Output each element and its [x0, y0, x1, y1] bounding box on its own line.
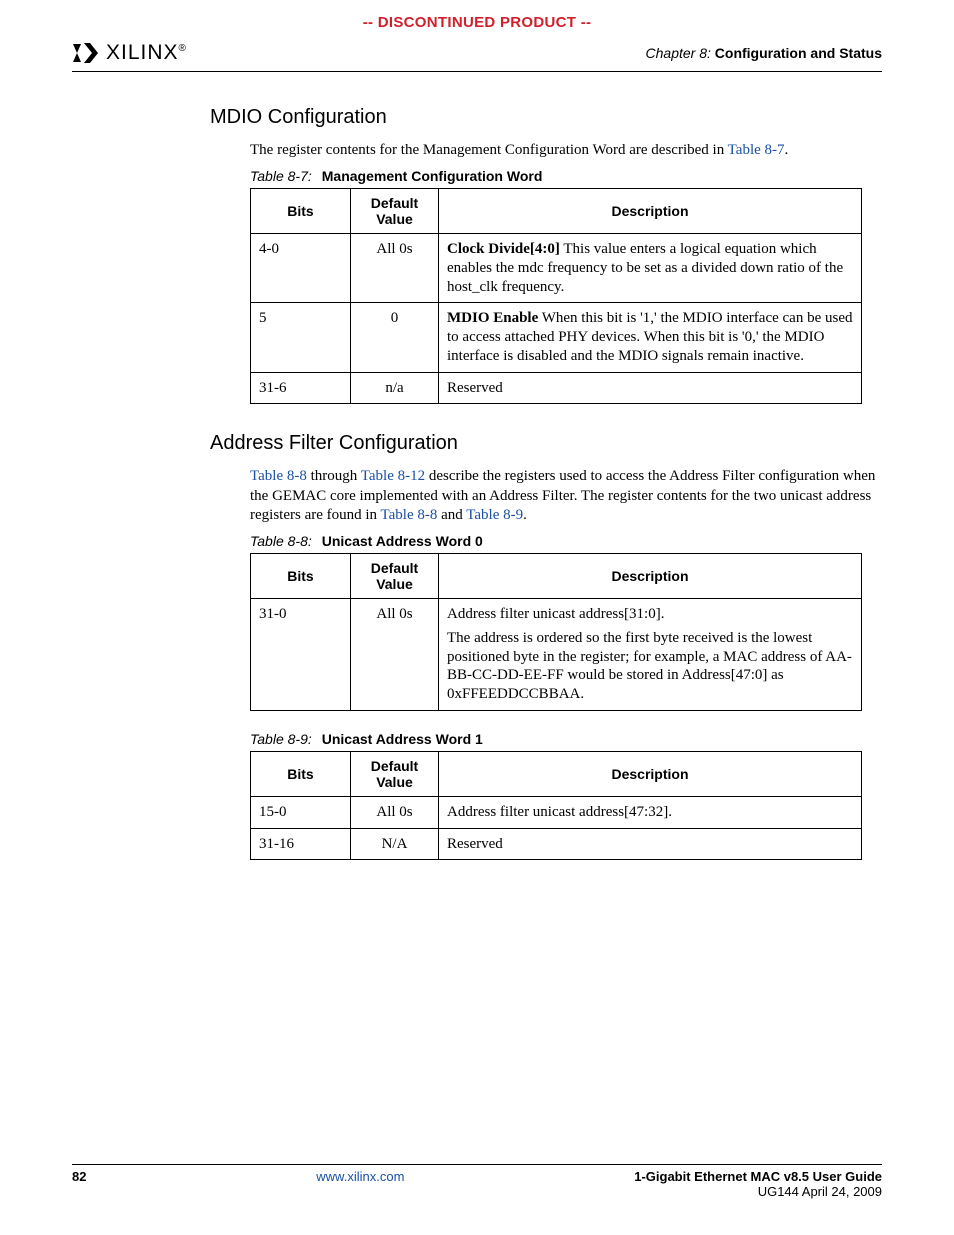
page-footer: 82 www.xilinx.com 1-Gigabit Ethernet MAC… — [72, 1164, 882, 1199]
caption-table-8-7: Table 8-7:Management Configuration Word — [250, 168, 882, 184]
cell-bits: 31-6 — [251, 372, 351, 404]
table-8-7: Bits Default Value Description 4-0 All 0… — [250, 188, 862, 404]
cell-default: All 0s — [351, 234, 439, 303]
page-header: XILINX® Chapter 8: Configuration and Sta… — [0, 37, 954, 65]
th-description: Description — [439, 554, 862, 599]
table-header-row: Bits Default Value Description — [251, 554, 862, 599]
cell-desc: Clock Divide[4:0] This value enters a lo… — [439, 234, 862, 303]
cell-default: n/a — [351, 372, 439, 404]
cell-default: N/A — [351, 828, 439, 860]
cell-default: All 0s — [351, 796, 439, 828]
page-content: MDIO Configuration The register contents… — [0, 72, 954, 860]
footer-url[interactable]: www.xilinx.com — [86, 1169, 634, 1199]
table-header-row: Bits Default Value Description — [251, 189, 862, 234]
cell-desc: Address filter unicast address[31:0]. Th… — [439, 599, 862, 711]
table-8-8: Bits Default Value Description 31-0 All … — [250, 553, 862, 711]
table-row: 4-0 All 0s Clock Divide[4:0] This value … — [251, 234, 862, 303]
table-header-row: Bits Default Value Description — [251, 751, 862, 796]
page-number: 82 — [72, 1169, 86, 1199]
th-description: Description — [439, 189, 862, 234]
section-heading-mdio: MDIO Configuration — [210, 106, 882, 129]
cell-bits: 5 — [251, 303, 351, 372]
table-8-9: Bits Default Value Description 15-0 All … — [250, 751, 862, 861]
logo-text: XILINX® — [106, 41, 187, 65]
chapter-title: Configuration and Status — [715, 45, 882, 61]
doc-id-date: UG144 April 24, 2009 — [634, 1184, 882, 1199]
cell-desc: Reserved — [439, 828, 862, 860]
chapter-label: Chapter 8: Configuration and Status — [646, 45, 882, 61]
cell-desc: Reserved — [439, 372, 862, 404]
th-default: Default Value — [351, 554, 439, 599]
link-table-8-8[interactable]: Table 8-8 — [250, 468, 307, 484]
th-bits: Bits — [251, 189, 351, 234]
cell-default: 0 — [351, 303, 439, 372]
caption-table-8-8: Table 8-8:Unicast Address Word 0 — [250, 533, 882, 549]
cell-bits: 31-16 — [251, 828, 351, 860]
link-table-8-8b[interactable]: Table 8-8 — [381, 507, 438, 523]
table-row: 31-0 All 0s Address filter unicast addre… — [251, 599, 862, 711]
th-bits: Bits — [251, 751, 351, 796]
th-default: Default Value — [351, 751, 439, 796]
section-heading-addr-filter: Address Filter Configuration — [210, 432, 882, 455]
chapter-prefix: Chapter 8: — [646, 45, 711, 61]
footer-rule — [72, 1164, 882, 1165]
logo: XILINX® — [72, 41, 187, 65]
table-row: 15-0 All 0s Address filter unicast addre… — [251, 796, 862, 828]
footer-right: 1-Gigabit Ethernet MAC v8.5 User Guide U… — [634, 1169, 882, 1199]
cell-bits: 31-0 — [251, 599, 351, 711]
link-table-8-12[interactable]: Table 8-12 — [361, 468, 425, 484]
cell-desc: MDIO Enable When this bit is '1,' the MD… — [439, 303, 862, 372]
cell-bits: 15-0 — [251, 796, 351, 828]
caption-table-8-9: Table 8-9:Unicast Address Word 1 — [250, 731, 882, 747]
addr-filter-intro: Table 8-8 through Table 8-12 describe th… — [250, 467, 882, 525]
cell-default: All 0s — [351, 599, 439, 711]
th-bits: Bits — [251, 554, 351, 599]
th-description: Description — [439, 751, 862, 796]
link-table-8-9[interactable]: Table 8-9 — [466, 507, 523, 523]
cell-desc: Address filter unicast address[47:32]. — [439, 796, 862, 828]
mdio-intro: The register contents for the Management… — [250, 141, 882, 160]
table-row: 31-16 N/A Reserved — [251, 828, 862, 860]
discontinued-banner: -- DISCONTINUED PRODUCT -- — [0, 0, 954, 37]
cell-bits: 4-0 — [251, 234, 351, 303]
table-row: 5 0 MDIO Enable When this bit is '1,' th… — [251, 303, 862, 372]
xilinx-mark-icon — [72, 41, 104, 65]
th-default: Default Value — [351, 189, 439, 234]
table-row: 31-6 n/a Reserved — [251, 372, 862, 404]
link-table-8-7[interactable]: Table 8-7 — [728, 142, 785, 158]
doc-title: 1-Gigabit Ethernet MAC v8.5 User Guide — [634, 1169, 882, 1184]
